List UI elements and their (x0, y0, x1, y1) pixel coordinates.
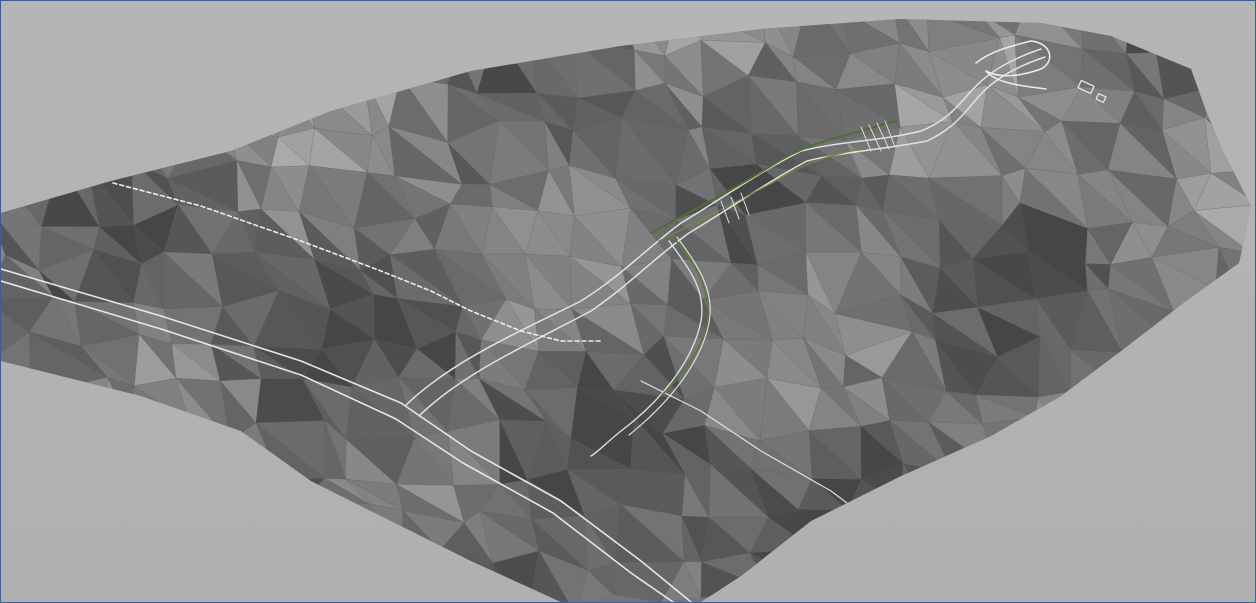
viewport-frame (0, 0, 1256, 603)
terrain-3d-viewport[interactable] (1, 1, 1255, 602)
terrain-canvas[interactable] (1, 1, 1255, 602)
